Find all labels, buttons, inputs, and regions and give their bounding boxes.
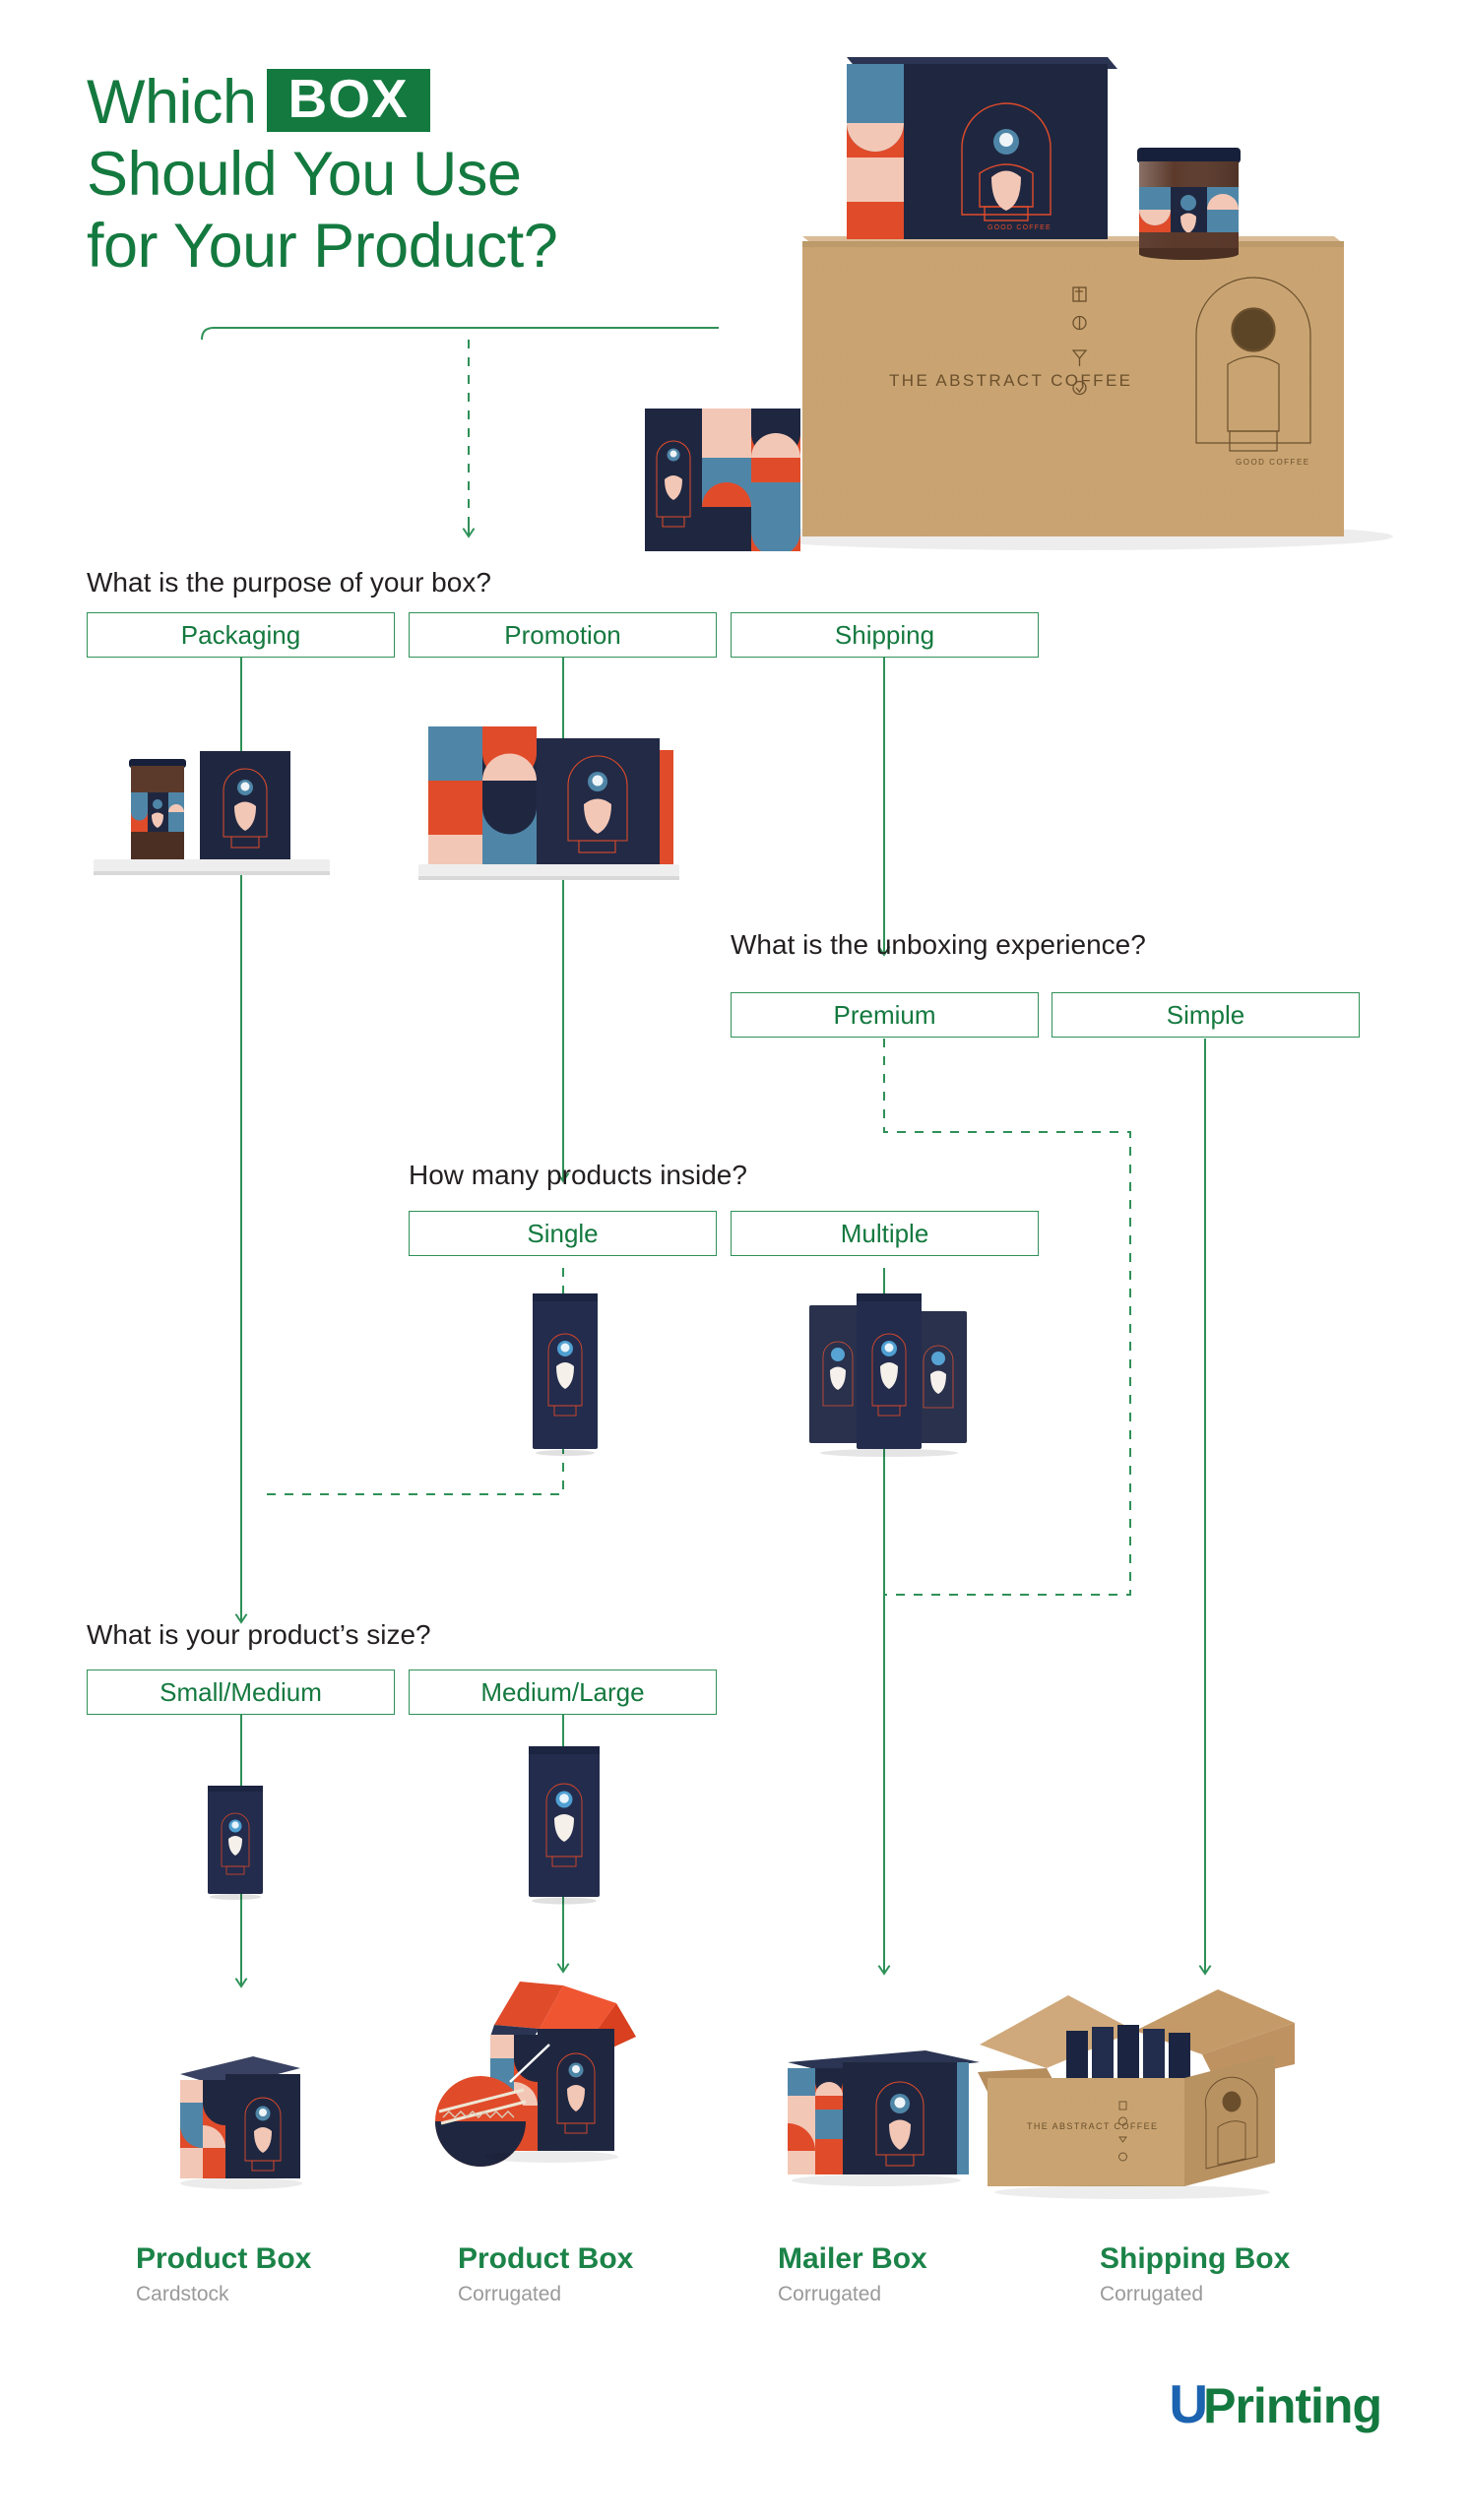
- option-small-medium[interactable]: Small/Medium: [87, 1670, 395, 1715]
- product-box-corrugated-illustration: [435, 1982, 636, 2172]
- small-navy-box-illustration: [645, 409, 800, 551]
- large-bag-photo: [522, 1742, 606, 1905]
- question-quantity: How many products inside?: [409, 1160, 747, 1190]
- result-material: Corrugated: [778, 2283, 882, 2305]
- title-line-2: Should You Use: [87, 140, 522, 210]
- title-box-chip: BOX: [266, 69, 430, 133]
- product-box-cardstock-illustration: [180, 2056, 302, 2189]
- result-mailer-box-photo: [778, 2023, 989, 2200]
- logo-letter-u: U: [1169, 2373, 1208, 2434]
- mailer-box-illustration: [788, 2050, 980, 2186]
- multiple-bags-illustration: [809, 1293, 967, 1457]
- small-bag-illustration: [208, 1786, 263, 1900]
- question-unboxing: What is the unboxing experience?: [731, 929, 1146, 960]
- option-single[interactable]: Single: [409, 1211, 717, 1256]
- title-word-which: Which: [87, 68, 257, 137]
- result-label-product-box-cardstock: Product Box Cardstock: [136, 2242, 311, 2306]
- result-title: Product Box: [136, 2242, 312, 2275]
- promotion-shelf-photo: [418, 709, 743, 896]
- shelf-jar: [129, 759, 186, 859]
- question-purpose: What is the purpose of your box?: [87, 567, 491, 598]
- option-shipping[interactable]: Shipping: [731, 612, 1039, 658]
- result-shipping-box-photo: THE ABSTRACT COFFEE: [970, 1984, 1295, 2205]
- result-material: Corrugated: [458, 2283, 562, 2305]
- packaging-shelf-photo: [94, 733, 389, 891]
- large-bag-illustration: [529, 1746, 600, 1905]
- result-title: Shipping Box: [1100, 2242, 1291, 2275]
- question-size: What is your product’s size?: [87, 1619, 431, 1650]
- svg-text:THE ABSTRACT COFFEE: THE ABSTRACT COFFEE: [1027, 2121, 1158, 2131]
- shelf-navy-box: [200, 751, 290, 859]
- option-packaging[interactable]: Packaging: [87, 612, 395, 658]
- result-material: Cardstock: [136, 2283, 229, 2305]
- result-label-mailer-box: Mailer Box Corrugated: [778, 2242, 927, 2306]
- coffee-jar-illustration: [1137, 148, 1241, 261]
- result-label-shipping-box: Shipping Box Corrugated: [1100, 2242, 1290, 2306]
- packaging-shelf-illustration: [94, 751, 330, 875]
- uprinting-logo[interactable]: U Printing: [1169, 2373, 1382, 2434]
- navy-product-box-illustration: GOOD COFFEE: [847, 57, 1117, 239]
- option-premium[interactable]: Premium: [731, 992, 1039, 1038]
- single-coffee-bag-photo: [527, 1290, 606, 1457]
- page-title: Which BOX Should You Use for Your Product…: [87, 67, 776, 283]
- title-line-1: Which BOX: [87, 67, 776, 139]
- result-product-box-cardstock-photo: [162, 2033, 325, 2195]
- title-line-3: for Your Product?: [87, 212, 558, 282]
- promo-pattern-box: [428, 726, 537, 864]
- result-label-product-box-corrugated: Product Box Corrugated: [458, 2242, 633, 2306]
- result-title: Mailer Box: [778, 2242, 927, 2275]
- svg-text:GOOD COFFEE: GOOD COFFEE: [1236, 458, 1310, 467]
- svg-text:GOOD COFFEE: GOOD COFFEE: [988, 224, 1052, 231]
- option-multiple[interactable]: Multiple: [731, 1211, 1039, 1256]
- multiple-coffee-bags-photo: [807, 1290, 970, 1457]
- logo-wordmark: Printing: [1203, 2378, 1382, 2433]
- option-medium-large[interactable]: Medium/Large: [409, 1670, 717, 1715]
- result-material: Corrugated: [1100, 2283, 1204, 2305]
- small-bag-photo: [202, 1782, 271, 1900]
- result-product-box-corrugated-photo: [433, 1974, 660, 2195]
- shipping-box-illustration: THE ABSTRACT COFFEE: [978, 1989, 1295, 2199]
- promotion-shelf-illustration: [418, 726, 679, 880]
- option-simple[interactable]: Simple: [1052, 992, 1360, 1038]
- svg-text:THE ABSTRACT COFFEE: THE ABSTRACT COFFEE: [889, 371, 1132, 390]
- infographic-canvas: THE ABSTRACT COFFEE GOOD COFFEE GOOD COF…: [0, 0, 1466, 2520]
- kraft-shipping-box-illustration: THE ABSTRACT COFFEE GOOD COFFEE: [802, 236, 1344, 536]
- promo-navy-box: [537, 738, 660, 864]
- option-promotion[interactable]: Promotion: [409, 612, 717, 658]
- single-bag-illustration: [533, 1293, 598, 1456]
- result-title: Product Box: [458, 2242, 634, 2275]
